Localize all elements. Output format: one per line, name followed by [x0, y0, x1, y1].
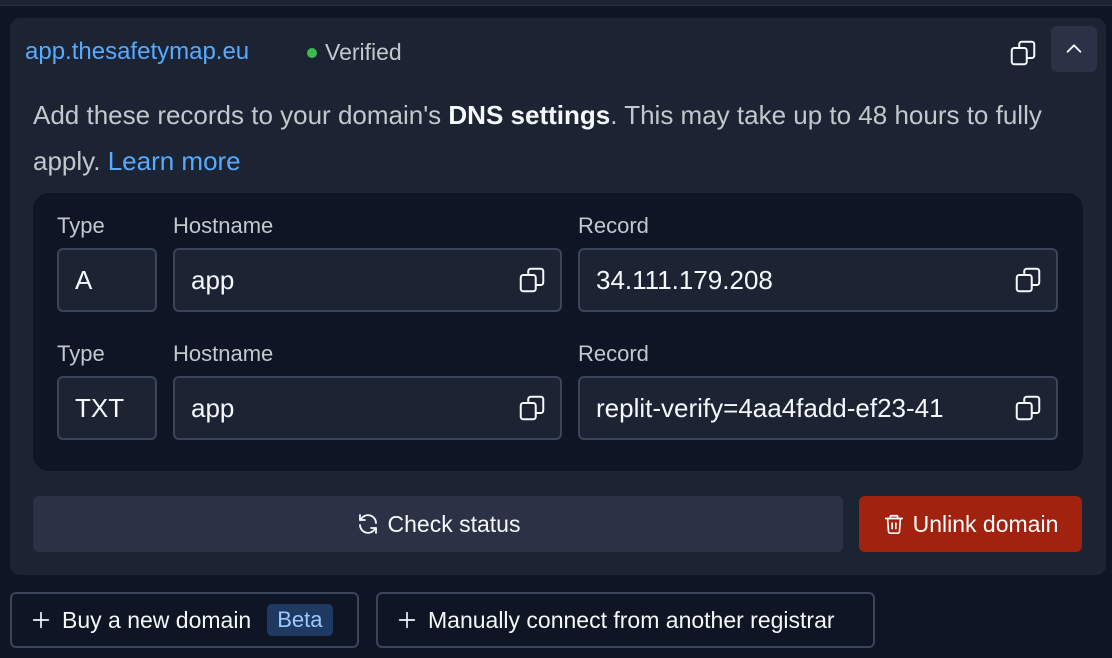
hostname-field[interactable]: app — [173, 248, 562, 312]
buy-domain-button[interactable]: Buy a new domain Beta — [10, 592, 359, 648]
hostname-field[interactable]: app — [173, 376, 562, 440]
record-label: Record — [578, 213, 649, 238]
check-status-label: Check status — [387, 510, 521, 537]
collapse-button[interactable] — [1051, 26, 1097, 72]
instructions-bold: DNS settings — [448, 100, 611, 130]
verified-status: Verified — [307, 39, 402, 66]
domain-card-header: app.thesafetymap.eu Verified — [10, 18, 1106, 82]
record-value-field[interactable]: 34.111.179.208 — [578, 248, 1058, 312]
refresh-icon — [358, 514, 377, 534]
plus-icon — [398, 611, 416, 629]
copy-hostname-button[interactable] — [512, 260, 552, 300]
copy-record-button[interactable] — [1008, 260, 1048, 300]
copy-icon — [519, 267, 545, 293]
beta-badge: Beta — [267, 604, 333, 636]
plus-icon — [32, 611, 50, 629]
copy-icon — [1010, 40, 1036, 66]
copy-icon — [519, 395, 545, 421]
hostname-value: app — [191, 392, 235, 423]
check-status-button[interactable]: Check status — [33, 496, 843, 552]
chevron-up-icon — [1066, 44, 1082, 53]
hostname-value: app — [191, 264, 235, 295]
record-label: Record — [578, 341, 649, 366]
copy-domain-button[interactable] — [1005, 35, 1041, 71]
hostname-label: Hostname — [173, 341, 274, 366]
record-type-field[interactable]: TXT — [57, 376, 157, 440]
record-type-value: A — [75, 264, 93, 295]
record-type-value: TXT — [75, 392, 125, 423]
dns-records-box: Type Hostname Record A app 34.111.179.20… — [33, 193, 1083, 471]
type-label: Type — [57, 213, 105, 238]
status-dot-icon — [307, 47, 317, 58]
unlink-domain-label: Unlink domain — [912, 510, 1059, 537]
record-value: 34.111.179.208 — [596, 264, 773, 295]
manual-connect-label: Manually connect from another registrar — [428, 606, 835, 633]
hostname-label: Hostname — [173, 213, 274, 238]
domain-name-link[interactable]: app.thesafetymap.eu — [25, 38, 249, 66]
buy-domain-label: Buy a new domain — [62, 606, 252, 633]
type-label: Type — [57, 341, 105, 366]
trash-icon — [884, 514, 903, 534]
instructions-prefix: Add these records to your domain's — [33, 100, 449, 130]
domain-card: app.thesafetymap.eu Verified Add these r… — [10, 18, 1106, 575]
dns-instructions: Add these records to your domain's DNS s… — [33, 92, 1083, 184]
record-value-field[interactable]: replit-verify=4aa4fadd-ef23-41 — [578, 376, 1058, 440]
copy-hostname-button[interactable] — [512, 388, 552, 428]
copy-record-button[interactable] — [1008, 388, 1048, 428]
record-type-field[interactable]: A — [57, 248, 157, 312]
learn-more-link[interactable]: Learn more — [108, 146, 241, 176]
record-value: replit-verify=4aa4fadd-ef23-41 — [596, 392, 944, 423]
previous-card-edge — [0, 0, 1112, 6]
copy-icon — [1015, 267, 1041, 293]
copy-icon — [1015, 395, 1041, 421]
manual-connect-button[interactable]: Manually connect from another registrar — [376, 592, 875, 648]
verified-label: Verified — [325, 39, 402, 65]
unlink-domain-button[interactable]: Unlink domain — [859, 496, 1082, 552]
